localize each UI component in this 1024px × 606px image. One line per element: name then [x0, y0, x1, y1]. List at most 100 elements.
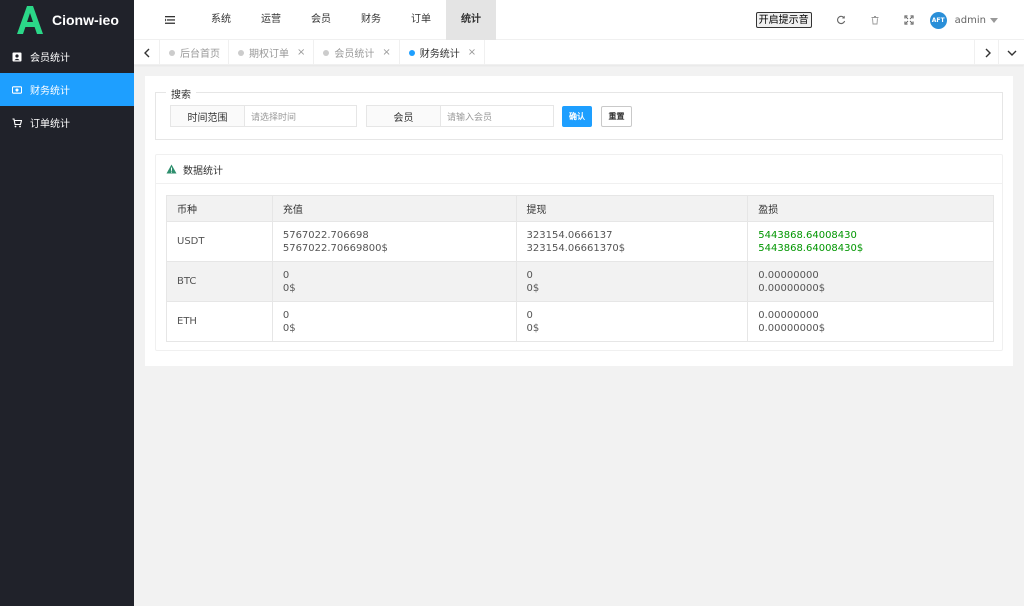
nav-system[interactable]: 系统 [196, 0, 246, 40]
tab-dot [408, 49, 415, 56]
sidebar: Cionw-ieo 会员统计 财务统计 订单统计 [0, 0, 134, 606]
deposit-usd: 5767022.70669800$ [282, 242, 388, 254]
search-legend: 搜索 [166, 86, 196, 101]
search-fieldset: 搜索 时间范围 请选择时间 会员 请输入会员 确认 重置 [155, 86, 1003, 140]
profit-usd: 0.00000000$ [758, 322, 826, 334]
withdraw-cell: 0 0$ [515, 261, 749, 302]
sidebar-item-label: 财务统计 [30, 86, 70, 97]
app-name: Cionw-ieo [52, 12, 119, 28]
main-content: 搜索 时间范围 请选择时间 会员 请输入会员 确认 重置 数据统计 币种 充值 … [145, 76, 1013, 366]
menu-toggle-icon[interactable] [163, 13, 177, 27]
nav-member[interactable]: 会员 [296, 0, 346, 40]
coin-cell: ETH [166, 301, 273, 342]
deposit-cell: 0 0$ [271, 301, 517, 342]
table-header-row: 币种 充值 提现 盈损 [166, 195, 994, 222]
deposit-cell: 5767022.706698 5767022.70669800$ [271, 221, 517, 262]
page-tabs: 后台首页 期权订单 × 会员统计 × 财务统计 × [134, 40, 1024, 65]
tabs-scroll-left-icon[interactable] [134, 40, 160, 65]
member-input[interactable]: 请输入会员 [441, 106, 553, 126]
profit-usd: 5443868.64008430$ [758, 242, 864, 254]
user-card-icon [12, 52, 22, 62]
tab-dot [238, 49, 244, 56]
tab-label: 会员统计 [334, 49, 375, 60]
profit-value: 5443868.64008430 [758, 229, 857, 241]
table-row: USDT 5767022.706698 5767022.70669800$ 323… [166, 221, 994, 262]
close-icon[interactable]: × [468, 47, 476, 58]
table-row: ETH 0 0$ 0 0$ 0.00000000 0.00000000$ [166, 301, 994, 342]
tab-label: 财务统计 [419, 49, 460, 60]
profit-cell: 0.00000000 0.00000000$ [747, 261, 994, 302]
sidebar-item-label: 订单统计 [30, 119, 70, 130]
time-range-label: 时间范围 [171, 106, 245, 126]
withdraw-usd: 0$ [526, 282, 540, 294]
sidebar-item-member-stats[interactable]: 会员统计 [0, 40, 134, 73]
tabs-menu-chevron-down-icon[interactable] [998, 40, 1024, 65]
top-nav: 系统 运营 会员 财务 订单 统计 [196, 0, 496, 40]
nav-finance[interactable]: 财务 [346, 0, 396, 40]
nav-order[interactable]: 订单 [396, 0, 446, 40]
profit-usd: 0.00000000$ [758, 282, 826, 294]
member-label: 会员 [367, 106, 441, 126]
logo-a-icon [17, 6, 43, 34]
withdraw-usd: 0$ [526, 322, 540, 334]
profit-value: 0.00000000 [758, 309, 819, 321]
sidebar-item-order-stats[interactable]: 订单统计 [0, 106, 134, 139]
enable-sound-button[interactable]: 开启提示音 [755, 12, 812, 28]
tab-dot [323, 49, 330, 56]
profit-value: 0.00000000 [758, 269, 819, 281]
deposit-value: 0 [282, 269, 290, 281]
tabs-scroll-right-icon[interactable] [974, 40, 1000, 65]
tab-member-stats[interactable]: 会员统计 × [314, 40, 400, 65]
time-range-input[interactable]: 请选择时间 [245, 106, 356, 126]
deposit-cell: 0 0$ [271, 261, 517, 302]
deposit-usd: 0$ [282, 322, 296, 334]
sidebar-item-label: 会员统计 [30, 53, 70, 64]
coin-cell: USDT [166, 221, 273, 262]
close-icon[interactable]: × [382, 47, 390, 58]
nav-operation[interactable]: 运营 [246, 0, 296, 40]
logo[interactable]: Cionw-ieo [0, 0, 134, 40]
withdraw-cell: 0 0$ [515, 301, 749, 342]
tab-option-orders[interactable]: 期权订单 × [229, 40, 315, 65]
column-header-withdraw: 提现 [515, 195, 749, 222]
trash-icon[interactable] [858, 0, 892, 40]
profit-cell: 5443868.64008430 5443868.64008430$ [747, 221, 994, 262]
tab-label: 后台首页 [180, 49, 220, 60]
chevron-down-icon[interactable] [990, 17, 998, 23]
cart-icon [12, 117, 22, 128]
stats-table: 币种 充值 提现 盈损 USDT 5767022.706698 5767022.7… [166, 195, 994, 342]
deposit-usd: 0$ [282, 282, 296, 294]
fullscreen-icon[interactable] [892, 0, 926, 40]
coin-cell: BTC [166, 261, 273, 302]
withdraw-cell: 323154.0666137 323154.06661370$ [515, 221, 749, 262]
tab-dot [169, 49, 175, 56]
table-row: BTC 0 0$ 0 0$ 0.00000000 0.00000000$ [166, 261, 994, 302]
close-icon[interactable]: × [297, 47, 305, 58]
profit-cell: 0.00000000 0.00000000$ [747, 301, 994, 342]
user-name[interactable]: admin [955, 15, 986, 26]
stats-title: 数据统计 [183, 165, 223, 177]
tab-label: 期权订单 [249, 49, 289, 60]
money-icon [12, 85, 22, 95]
withdraw-value: 0 [526, 269, 533, 281]
withdraw-usd: 323154.06661370$ [526, 242, 626, 254]
column-header-deposit: 充值 [271, 195, 517, 222]
deposit-value: 0 [282, 309, 290, 321]
tab-finance-stats[interactable]: 财务统计 × [400, 40, 486, 65]
time-range-group: 时间范围 请选择时间 [170, 105, 357, 127]
warning-icon [166, 164, 177, 174]
stats-card: 数据统计 币种 充值 提现 盈损 USDT 5767022.706698 5767… [155, 154, 1003, 351]
withdraw-value: 323154.0666137 [526, 229, 613, 241]
sidebar-item-finance-stats[interactable]: 财务统计 [0, 73, 134, 106]
reset-button[interactable]: 重置 [601, 106, 632, 127]
stats-card-header: 数据统计 [156, 155, 1002, 184]
nav-statistics[interactable]: 统计 [446, 0, 496, 40]
withdraw-value: 0 [526, 309, 533, 321]
deposit-value: 5767022.706698 [282, 229, 369, 241]
confirm-button[interactable]: 确认 [562, 106, 592, 127]
column-header-coin: 币种 [166, 195, 273, 222]
column-header-profit: 盈损 [747, 195, 994, 222]
refresh-icon[interactable] [824, 0, 858, 40]
tab-home[interactable]: 后台首页 [160, 40, 229, 65]
avatar[interactable]: AFT [929, 11, 947, 29]
